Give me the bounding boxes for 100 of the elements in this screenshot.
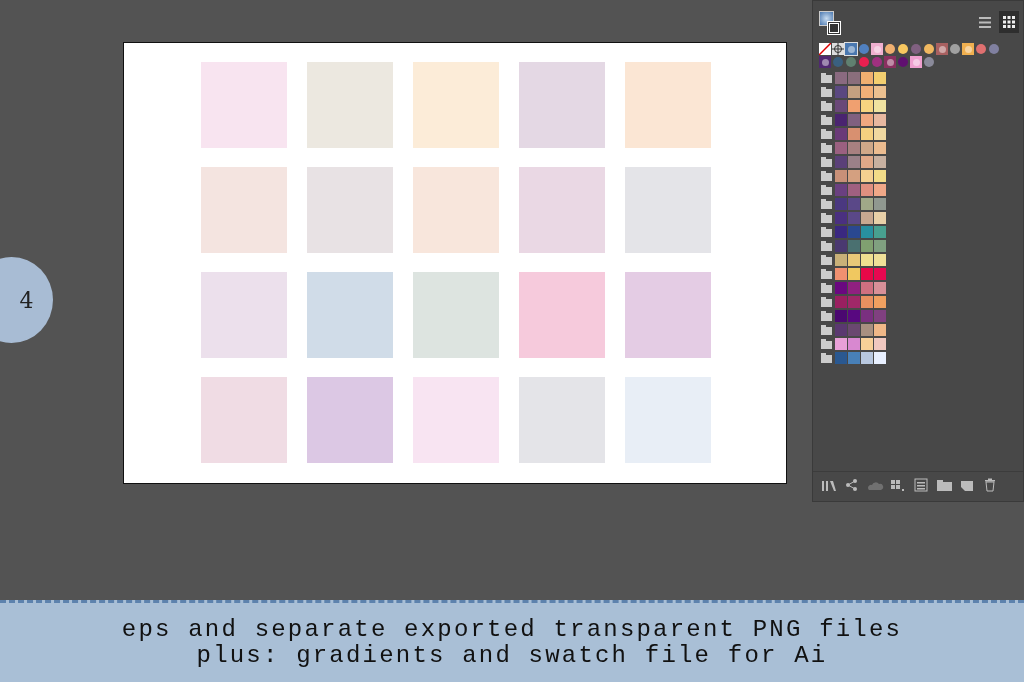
color-swatch[interactable] <box>835 86 848 98</box>
color-swatch[interactable] <box>861 338 874 350</box>
folder-icon[interactable] <box>821 73 833 83</box>
color-swatch[interactable] <box>848 100 861 112</box>
color-swatch[interactable] <box>861 240 874 252</box>
fill-stroke-icon[interactable] <box>819 11 842 37</box>
color-swatch[interactable] <box>835 212 848 224</box>
color-swatch[interactable] <box>848 338 861 350</box>
gradient-swatch[interactable] <box>949 43 962 55</box>
color-swatch[interactable] <box>861 310 874 322</box>
folder-icon[interactable] <box>821 199 833 209</box>
color-swatch[interactable] <box>848 198 861 210</box>
gradient-swatch[interactable] <box>884 43 897 55</box>
color-swatch[interactable] <box>874 310 887 322</box>
color-swatch[interactable] <box>848 226 861 238</box>
color-swatch[interactable] <box>848 128 861 140</box>
color-swatch[interactable] <box>848 324 861 336</box>
folder-icon[interactable] <box>821 227 833 237</box>
color-swatch[interactable] <box>861 72 874 84</box>
color-swatch[interactable] <box>861 114 874 126</box>
swatch-options-icon[interactable] <box>913 477 931 492</box>
folder-icon[interactable] <box>821 311 833 321</box>
gradient-swatch[interactable] <box>962 43 975 55</box>
color-swatch[interactable] <box>835 170 848 182</box>
folder-icon[interactable] <box>821 325 833 335</box>
color-swatch[interactable] <box>835 142 848 154</box>
color-swatch[interactable] <box>835 254 848 266</box>
gradient-swatch[interactable] <box>832 56 845 68</box>
color-swatch[interactable] <box>848 352 861 364</box>
gradient-swatch[interactable] <box>884 56 897 68</box>
folder-icon[interactable] <box>821 255 833 265</box>
gradient-swatch[interactable] <box>845 43 858 55</box>
folder-icon[interactable] <box>821 129 833 139</box>
color-swatch[interactable] <box>874 100 887 112</box>
color-swatch[interactable] <box>848 142 861 154</box>
color-swatch[interactable] <box>848 310 861 322</box>
gradient-swatch[interactable] <box>923 56 936 68</box>
folder-icon[interactable] <box>821 283 833 293</box>
color-swatch[interactable] <box>861 142 874 154</box>
color-swatch[interactable] <box>874 170 887 182</box>
color-swatch[interactable] <box>874 72 887 84</box>
color-swatch[interactable] <box>835 72 848 84</box>
gradient-swatch[interactable] <box>871 56 884 68</box>
color-swatch[interactable] <box>848 282 861 294</box>
folder-icon[interactable] <box>821 143 833 153</box>
color-swatch[interactable] <box>835 156 848 168</box>
color-swatch[interactable] <box>835 240 848 252</box>
color-swatch[interactable] <box>874 184 887 196</box>
color-swatch[interactable] <box>848 296 861 308</box>
folder-icon[interactable] <box>821 101 833 111</box>
color-swatch[interactable] <box>861 254 874 266</box>
color-swatch[interactable] <box>874 296 887 308</box>
folder-icon[interactable] <box>821 269 833 279</box>
folder-icon[interactable] <box>821 185 833 195</box>
color-swatch[interactable] <box>874 114 887 126</box>
color-swatch[interactable] <box>861 268 874 280</box>
color-swatch[interactable] <box>861 352 874 364</box>
gradient-swatch[interactable] <box>975 43 988 55</box>
color-swatch[interactable] <box>874 212 887 224</box>
color-swatch[interactable] <box>861 282 874 294</box>
folder-icon[interactable] <box>821 353 833 363</box>
folder-icon[interactable] <box>821 157 833 167</box>
color-swatch[interactable] <box>835 128 848 140</box>
color-swatch[interactable] <box>835 310 848 322</box>
color-swatch[interactable] <box>874 198 887 210</box>
color-swatch[interactable] <box>835 324 848 336</box>
color-swatch[interactable] <box>861 156 874 168</box>
color-swatch[interactable] <box>861 226 874 238</box>
color-swatch[interactable] <box>874 86 887 98</box>
color-swatch[interactable] <box>835 184 848 196</box>
registration-swatch[interactable] <box>832 43 845 55</box>
color-swatch[interactable] <box>874 254 887 266</box>
color-swatch[interactable] <box>848 156 861 168</box>
color-swatch[interactable] <box>861 184 874 196</box>
folder-icon[interactable] <box>936 477 954 492</box>
color-swatch[interactable] <box>861 170 874 182</box>
folder-icon[interactable] <box>821 115 833 125</box>
color-swatch[interactable] <box>874 240 887 252</box>
color-swatch[interactable] <box>835 100 848 112</box>
color-swatch[interactable] <box>835 338 848 350</box>
gradient-swatch[interactable] <box>897 43 910 55</box>
color-swatch[interactable] <box>835 352 848 364</box>
color-swatch[interactable] <box>874 352 887 364</box>
folder-icon[interactable] <box>821 213 833 223</box>
color-swatch[interactable] <box>848 212 861 224</box>
color-swatch[interactable] <box>861 100 874 112</box>
color-swatch[interactable] <box>835 296 848 308</box>
color-swatch[interactable] <box>835 282 848 294</box>
color-swatch[interactable] <box>861 324 874 336</box>
color-swatch[interactable] <box>874 282 887 294</box>
gradient-swatch[interactable] <box>871 43 884 55</box>
gradient-swatch[interactable] <box>910 43 923 55</box>
color-swatch[interactable] <box>874 226 887 238</box>
color-swatch[interactable] <box>848 254 861 266</box>
color-swatch[interactable] <box>848 86 861 98</box>
grid-view-button[interactable] <box>999 11 1019 33</box>
color-swatch[interactable] <box>874 324 887 336</box>
folder-icon[interactable] <box>821 297 833 307</box>
color-swatch[interactable] <box>848 268 861 280</box>
gradient-swatch[interactable] <box>923 43 936 55</box>
